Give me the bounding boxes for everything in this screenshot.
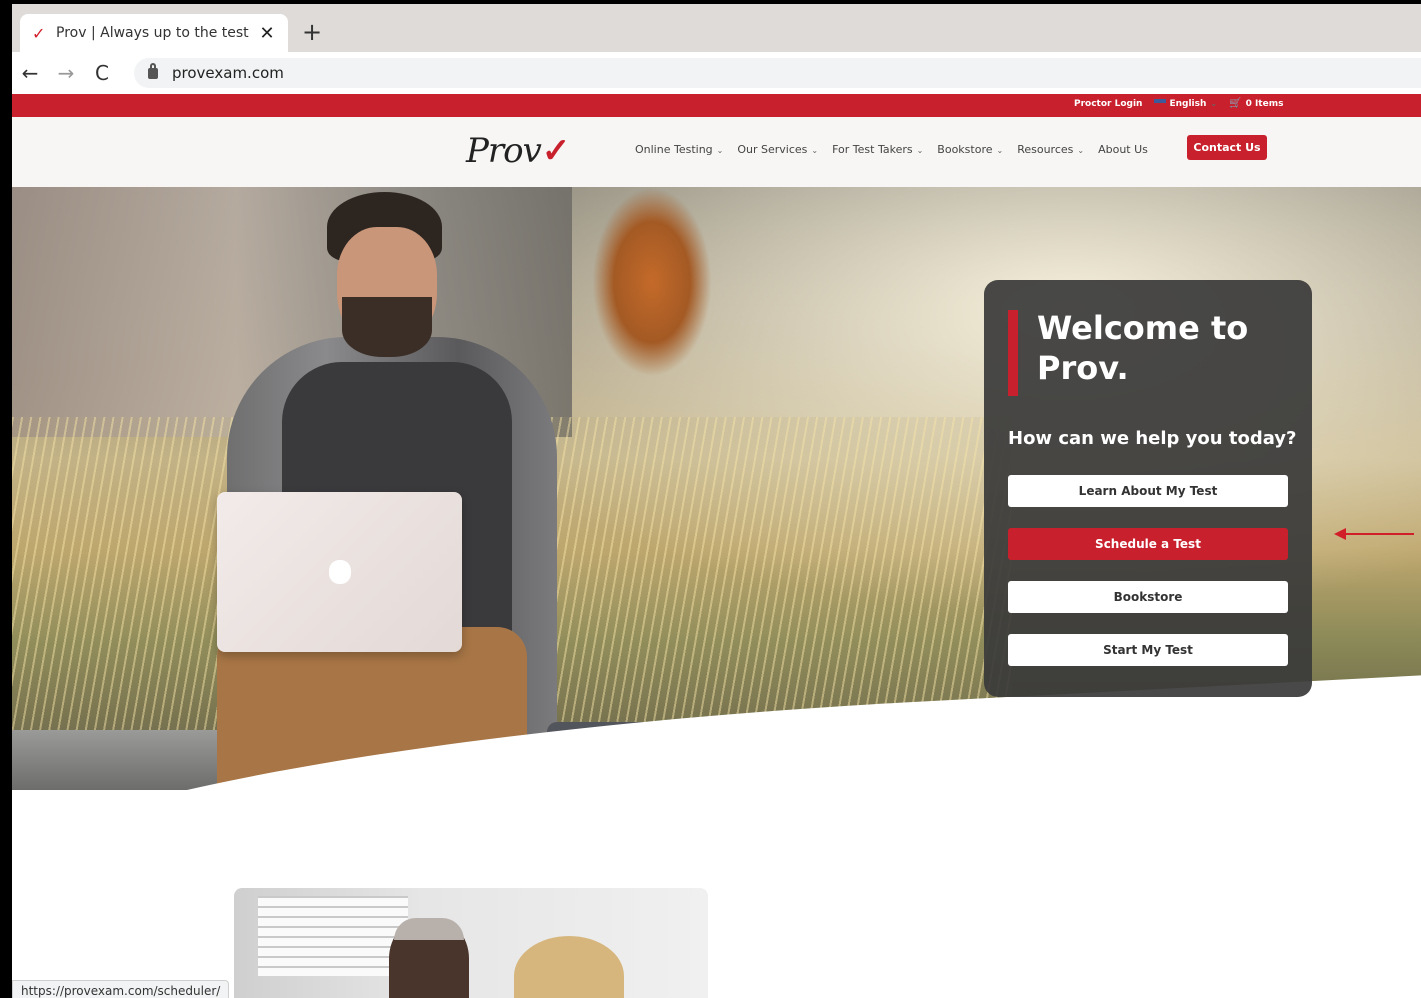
- nav-bookstore[interactable]: Bookstore ⌄: [937, 143, 1003, 156]
- nav-about-us[interactable]: About Us: [1098, 143, 1148, 156]
- bookstore-button[interactable]: Bookstore: [1008, 581, 1288, 613]
- status-bar-url: https://provexam.com/scheduler/: [12, 980, 230, 998]
- proctor-login-link[interactable]: Proctor Login: [1074, 99, 1142, 109]
- welcome-subtitle: How can we help you today?: [1008, 428, 1297, 449]
- chevron-down-icon: ⌄: [1077, 146, 1085, 155]
- chevron-down-icon: ⌄: [811, 146, 819, 155]
- contact-us-button[interactable]: Contact Us: [1187, 135, 1267, 160]
- chevron-down-icon: ⌄: [916, 146, 924, 155]
- back-icon[interactable]: ←: [12, 61, 48, 85]
- welcome-title: Welcome to Prov.: [1037, 309, 1249, 387]
- chevron-down-icon: ⌄: [716, 146, 724, 155]
- start-my-test-button[interactable]: Start My Test: [1008, 634, 1288, 666]
- hero-banner: Welcome to Prov. How can we help you tod…: [12, 187, 1421, 790]
- browser-window: ✓ Prov | Always up to the test ✕ + ← → C…: [12, 4, 1421, 998]
- schedule-a-test-button[interactable]: Schedule a Test: [1008, 528, 1288, 560]
- checkmark-icon: ✓: [32, 23, 46, 43]
- new-tab-icon[interactable]: +: [302, 18, 322, 46]
- main-nav: Online Testing ⌄ Our Services ⌄ For Test T…: [635, 143, 1148, 156]
- reload-icon[interactable]: C: [84, 61, 120, 85]
- forward-icon[interactable]: →: [48, 61, 84, 85]
- address-bar[interactable]: provexam.com: [134, 58, 1421, 88]
- url-text: provexam.com: [172, 64, 284, 82]
- hero-background-tree: [592, 187, 712, 377]
- annotation-arrow-line: [1344, 533, 1414, 535]
- hero-person-image: [177, 187, 577, 787]
- site-header: Prov✓ Online Testing ⌄ Our Services ⌄ For …: [12, 117, 1421, 187]
- chevron-down-icon: ⌄: [996, 146, 1004, 155]
- cart-icon: 🛒: [1229, 98, 1242, 109]
- browser-toolbar: ← → C provexam.com: [12, 52, 1421, 94]
- nav-online-testing[interactable]: Online Testing ⌄: [635, 143, 723, 156]
- utility-bar: Proctor Login English ⌄ 🛒 0 Items: [12, 94, 1421, 117]
- chevron-down-icon: ⌄: [1210, 98, 1218, 108]
- tab-strip: ✓ Prov | Always up to the test ✕ +: [12, 4, 1421, 52]
- title-accent-bar: [1008, 310, 1018, 396]
- nav-our-services[interactable]: Our Services ⌄: [737, 143, 818, 156]
- welcome-card: Welcome to Prov. How can we help you tod…: [984, 280, 1312, 697]
- cart-link[interactable]: 🛒 0 Items: [1229, 98, 1283, 109]
- apple-logo-icon: [329, 560, 351, 584]
- annotation-arrow-icon: [1334, 528, 1346, 540]
- close-icon[interactable]: ✕: [258, 23, 276, 44]
- learn-about-my-test-button[interactable]: Learn About My Test: [1008, 475, 1288, 507]
- language-selector[interactable]: English ⌄: [1154, 99, 1217, 109]
- laptop-image: [217, 492, 462, 652]
- tab-title: Prov | Always up to the test: [56, 25, 249, 41]
- lock-icon: [148, 62, 158, 79]
- flag-icon: [1154, 99, 1167, 107]
- meeting-image: [234, 888, 708, 998]
- browser-tab[interactable]: ✓ Prov | Always up to the test ✕: [20, 14, 288, 52]
- nav-for-test-takers[interactable]: For Test Takers ⌄: [832, 143, 923, 156]
- checkmark-icon: ✓: [541, 131, 570, 171]
- nav-resources[interactable]: Resources ⌄: [1017, 143, 1084, 156]
- prov-logo[interactable]: Prov✓: [466, 131, 570, 171]
